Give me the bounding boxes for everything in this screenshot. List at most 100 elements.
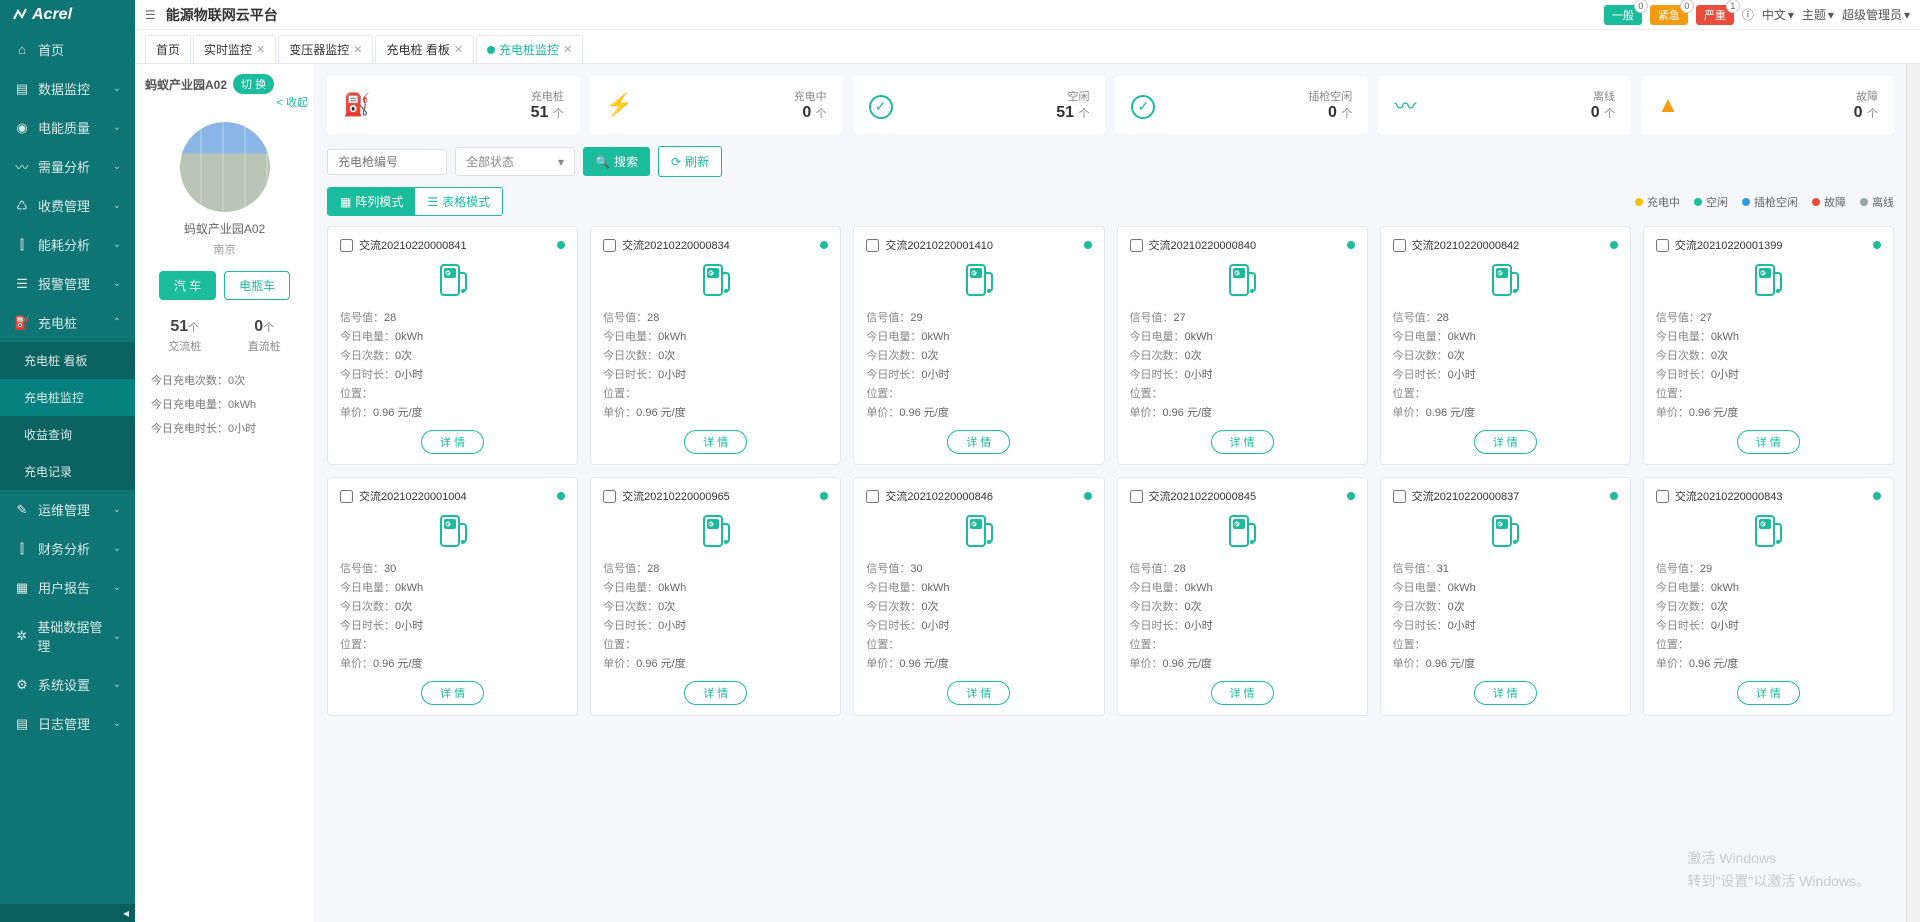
charger-card: 交流20210220000845 信号值：28 今日电量：0kWh 今日次数：0… xyxy=(1117,477,1368,716)
pump-icon xyxy=(1393,259,1618,299)
sidebar-item[interactable]: ▤日志管理⌄ xyxy=(0,704,135,743)
sidebar-item[interactable]: 〰需量分析⌄ xyxy=(0,147,135,186)
detail-button[interactable]: 详 情 xyxy=(1737,681,1800,705)
sidebar-subitem[interactable]: 充电桩 看板 xyxy=(0,342,135,379)
card-checkbox[interactable] xyxy=(340,239,353,252)
alert-serious[interactable]: 严重1 xyxy=(1696,5,1734,25)
sidebar-item[interactable]: ⫿财务分析⌄ xyxy=(0,529,135,568)
card-checkbox[interactable] xyxy=(866,490,879,503)
summary-card: 〰离线0 个 xyxy=(1378,76,1631,134)
search-input[interactable] xyxy=(327,149,447,175)
tab[interactable]: 变压器监控✕ xyxy=(278,35,373,63)
detail-button[interactable]: 详 情 xyxy=(684,430,747,454)
card-checkbox[interactable] xyxy=(1656,490,1669,503)
detail-button[interactable]: 详 情 xyxy=(947,430,1010,454)
user-menu[interactable]: 超级管理员 ▾ xyxy=(1842,6,1910,23)
summary-card: ✓插枪空闲0 个 xyxy=(1115,76,1368,134)
card-checkbox[interactable] xyxy=(1393,239,1406,252)
card-checkbox[interactable] xyxy=(1393,490,1406,503)
close-icon[interactable]: ✕ xyxy=(256,43,265,56)
sidebar-subitem[interactable]: 充电桩监控 xyxy=(0,379,135,416)
close-icon[interactable]: ✕ xyxy=(353,43,362,56)
legend-item: 离线 xyxy=(1860,194,1894,210)
refresh-button[interactable]: ⟳ 刷新 xyxy=(658,146,722,177)
card-title: 交流20210220000846 xyxy=(885,488,993,504)
sidebar-item[interactable]: ▤数据监控⌄ xyxy=(0,69,135,108)
card-checkbox[interactable] xyxy=(603,490,616,503)
menu-icon: ▤ xyxy=(14,81,30,97)
charger-card: 交流20210220000834 信号值：28 今日电量：0kWh 今日次数：0… xyxy=(590,226,841,465)
pump-icon xyxy=(1130,259,1355,299)
panel-collapse[interactable]: < 收起 xyxy=(277,94,308,110)
search-button[interactable]: 🔍 搜索 xyxy=(583,147,650,176)
type-car-button[interactable]: 汽 车 xyxy=(159,271,216,300)
chevron-icon: ⌄ xyxy=(113,161,121,172)
tab[interactable]: 充电桩监控✕ xyxy=(476,35,583,63)
site-switch-button[interactable]: 切 换 xyxy=(233,74,274,94)
sidebar-item[interactable]: ⫿能耗分析⌄ xyxy=(0,225,135,264)
sidebar-subitem[interactable]: 收益查询 xyxy=(0,416,135,453)
lang-switch[interactable]: 中文 ▾ xyxy=(1762,6,1794,23)
type-ebike-button[interactable]: 电瓶车 xyxy=(224,271,290,300)
theme-switch[interactable]: 主题 ▾ xyxy=(1802,6,1834,23)
charger-card: 交流20210220000837 信号值：31 今日电量：0kWh 今日次数：0… xyxy=(1380,477,1631,716)
status-select[interactable]: 全部状态▾ xyxy=(455,147,575,176)
status-dot-icon xyxy=(820,492,828,500)
charger-card: 交流20210220001399 信号值：27 今日电量：0kWh 今日次数：0… xyxy=(1643,226,1894,465)
card-title: 交流20210220001399 xyxy=(1675,237,1783,253)
sidebar-item[interactable]: ♺收费管理⌄ xyxy=(0,186,135,225)
card-checkbox[interactable] xyxy=(1130,490,1143,503)
chevron-icon: ⌄ xyxy=(113,278,121,289)
sidebar-item[interactable]: ⛽充电桩⌃ xyxy=(0,303,135,342)
alert-urgent[interactable]: 紧急0 xyxy=(1650,5,1688,25)
alert-normal[interactable]: 一般0 xyxy=(1604,5,1642,25)
card-checkbox[interactable] xyxy=(866,239,879,252)
sidebar-item[interactable]: ✎运维管理⌄ xyxy=(0,490,135,529)
summary-card: ▲故障0 个 xyxy=(1641,76,1894,134)
sidebar-item[interactable]: ⌂首页 xyxy=(0,30,135,69)
close-icon[interactable]: ✕ xyxy=(454,43,463,56)
table-view-button[interactable]: ☰ 表格模式 xyxy=(415,188,502,215)
sidebar-subitem[interactable]: 充电记录 xyxy=(0,453,135,490)
sidebar-item[interactable]: ☰报警管理⌄ xyxy=(0,264,135,303)
tab[interactable]: 实时监控✕ xyxy=(193,35,276,63)
sidebar-item[interactable]: ✲基础数据管理⌄ xyxy=(0,607,135,665)
detail-button[interactable]: 详 情 xyxy=(947,681,1010,705)
menu-icon: ⛽ xyxy=(14,315,30,331)
detail-button[interactable]: 详 情 xyxy=(1211,430,1274,454)
sidebar-item[interactable]: ◉电能质量⌄ xyxy=(0,108,135,147)
sidebar-collapse[interactable]: ◂ xyxy=(0,904,135,922)
sidebar-item[interactable]: ⚙系统设置⌄ xyxy=(0,665,135,704)
detail-button[interactable]: 详 情 xyxy=(1474,681,1537,705)
detail-button[interactable]: 详 情 xyxy=(421,430,484,454)
grid-view-button[interactable]: ▦ 阵列模式 xyxy=(328,188,415,215)
card-checkbox[interactable] xyxy=(603,239,616,252)
tab[interactable]: 充电桩 看板✕ xyxy=(375,35,474,63)
tab[interactable]: 首页 xyxy=(145,35,191,63)
menu-icon: ☰ xyxy=(14,276,30,292)
chevron-icon: ⌄ xyxy=(113,679,121,690)
menu-icon: ⌂ xyxy=(14,42,30,57)
pump-icon xyxy=(1656,510,1881,550)
chevron-icon: ⌃ xyxy=(113,317,121,328)
detail-button[interactable]: 详 情 xyxy=(684,681,747,705)
card-checkbox[interactable] xyxy=(340,490,353,503)
site-stat: 今日充电电量：0kWh xyxy=(145,392,304,416)
menu-toggle-icon[interactable]: ☰ xyxy=(145,8,156,22)
detail-button[interactable]: 详 情 xyxy=(1211,681,1274,705)
scrollbar[interactable] xyxy=(1906,64,1920,922)
dc-count: 0个 xyxy=(225,318,305,336)
sidebar-item[interactable]: ▦用户报告⌄ xyxy=(0,568,135,607)
card-checkbox[interactable] xyxy=(1656,239,1669,252)
pump-icon xyxy=(1130,510,1355,550)
legend-item: 故障 xyxy=(1812,194,1846,210)
help-icon[interactable]: ⓘ xyxy=(1742,6,1754,23)
pump-icon xyxy=(603,259,828,299)
card-checkbox[interactable] xyxy=(1130,239,1143,252)
close-icon[interactable]: ✕ xyxy=(563,43,572,56)
detail-button[interactable]: 详 情 xyxy=(1474,430,1537,454)
wave-icon: 〰 xyxy=(1394,89,1416,121)
detail-button[interactable]: 详 情 xyxy=(421,681,484,705)
detail-button[interactable]: 详 情 xyxy=(1737,430,1800,454)
status-dot-icon xyxy=(1084,241,1092,249)
